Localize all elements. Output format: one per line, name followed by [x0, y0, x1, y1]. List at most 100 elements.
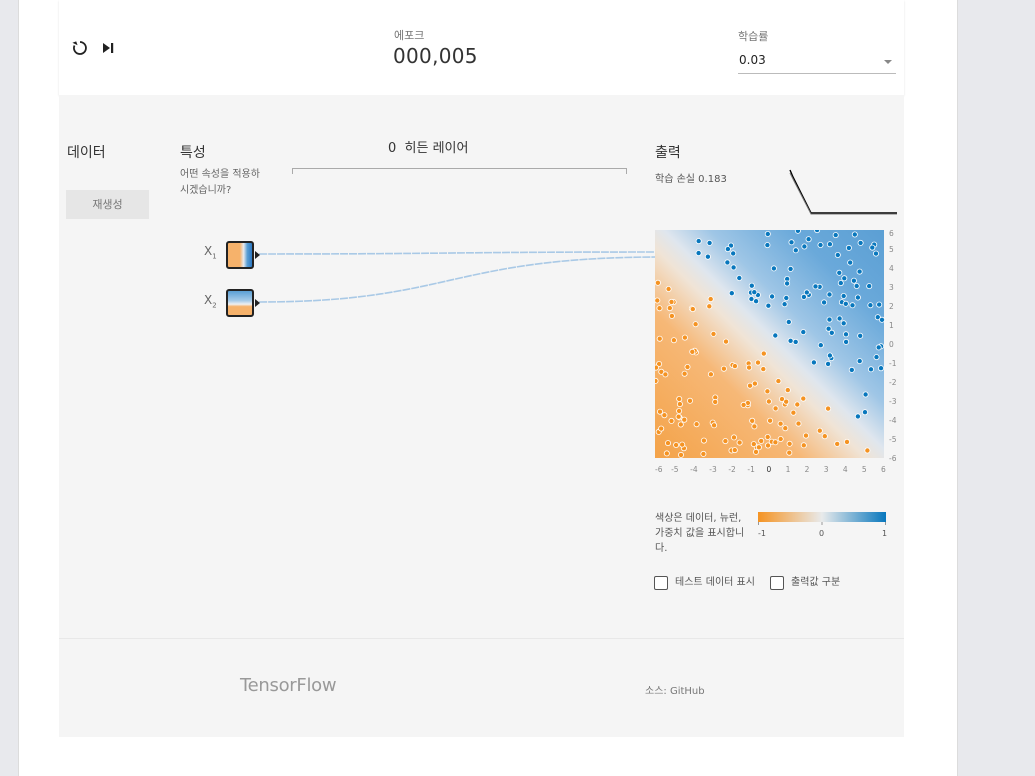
y-tick-label: 2 — [889, 302, 894, 311]
data-point — [710, 330, 717, 337]
data-point — [836, 269, 843, 276]
data-point — [834, 440, 841, 447]
data-point — [753, 448, 760, 455]
x-tick-label: 3 — [824, 465, 829, 474]
feature-x1-node[interactable] — [226, 241, 254, 269]
data-point — [724, 259, 731, 266]
data-point — [842, 300, 849, 307]
y-tick-label: -4 — [889, 416, 897, 425]
heatmap-x-axis: -6 -5 -4 -3 -2 -1 0 1 2 3 4 5 6 — [655, 465, 886, 474]
data-point — [840, 320, 847, 327]
data-point — [764, 388, 771, 395]
x-tick-label: 5 — [862, 465, 867, 474]
data-point — [848, 366, 855, 373]
data-point — [851, 231, 858, 238]
show-test-data-checkbox[interactable]: 테스트 데이터 표시 — [654, 575, 755, 609]
color-scale-bar — [758, 512, 886, 522]
x-tick-label: -3 — [709, 465, 717, 474]
data-point — [658, 425, 665, 432]
data-point — [730, 264, 737, 271]
data-point — [826, 241, 833, 248]
data-point — [821, 433, 828, 440]
y-tick-label: 5 — [889, 245, 894, 254]
source-prefix: 소스: — [645, 686, 667, 697]
data-point — [748, 282, 755, 289]
data-point — [786, 440, 793, 447]
data-point — [777, 435, 784, 442]
checkbox-icon — [770, 576, 784, 590]
data-point — [656, 305, 663, 312]
data-point — [695, 250, 702, 257]
data-point — [736, 275, 743, 282]
data-point — [656, 335, 663, 342]
data-point — [862, 391, 869, 398]
x-tick-label: 6 — [881, 465, 886, 474]
data-point — [700, 437, 707, 444]
data-point — [826, 352, 833, 359]
data-point — [681, 416, 688, 423]
data-point — [786, 449, 793, 456]
data-point — [663, 450, 670, 457]
data-point — [662, 371, 669, 378]
data-point — [657, 408, 663, 415]
y-tick-label: 1 — [889, 321, 894, 330]
data-point — [821, 299, 828, 306]
data-point — [875, 344, 882, 351]
data-point — [765, 442, 772, 449]
data-point — [770, 265, 777, 272]
data-point — [687, 397, 694, 404]
data-point — [795, 420, 802, 427]
data-point — [675, 413, 682, 420]
data-point — [869, 244, 876, 251]
data-point — [802, 432, 809, 439]
tensorflow-logo: TensorFlow — [240, 675, 337, 696]
data-point — [681, 334, 688, 341]
data-point — [854, 294, 861, 301]
data-point — [800, 293, 807, 300]
x-tick-label: -5 — [671, 465, 679, 474]
discretize-output-checkbox[interactable]: 출력값 구분 — [770, 575, 870, 593]
data-point — [764, 242, 771, 249]
data-point — [765, 398, 772, 405]
data-point — [758, 437, 765, 444]
data-point — [857, 332, 864, 339]
data-point — [728, 290, 735, 297]
data-point — [736, 439, 743, 446]
y-tick-label: -1 — [889, 359, 897, 368]
data-point — [692, 321, 699, 328]
data-point — [655, 364, 659, 371]
github-link[interactable]: GitHub — [670, 686, 705, 697]
data-point — [781, 301, 788, 308]
data-point — [792, 247, 799, 254]
data-point — [769, 293, 776, 300]
data-point — [740, 401, 747, 408]
data-point — [800, 442, 807, 449]
feature-x2-node[interactable] — [226, 289, 254, 317]
feature-x1-label: X1 — [204, 244, 217, 261]
data-point — [706, 303, 713, 310]
data-point — [864, 447, 871, 454]
data-point — [676, 407, 683, 414]
footer — [59, 638, 904, 737]
data-point — [668, 298, 675, 305]
discretize-output-label: 출력값 구분 — [791, 577, 841, 588]
data-point — [847, 259, 854, 266]
y-tick-label: -2 — [889, 378, 897, 387]
data-point — [800, 329, 807, 336]
data-point — [845, 244, 852, 251]
data-point — [693, 421, 700, 428]
data-point — [787, 337, 794, 344]
data-point — [817, 241, 824, 248]
data-point — [655, 279, 661, 286]
y-tick-label: -5 — [889, 435, 897, 444]
data-point — [764, 231, 771, 237]
data-point — [689, 306, 696, 313]
data-point — [689, 348, 696, 355]
data-point — [816, 427, 823, 434]
data-point — [782, 425, 789, 432]
data-point — [749, 417, 756, 424]
data-point — [790, 409, 797, 416]
data-point — [783, 295, 790, 302]
data-point — [751, 289, 758, 296]
checkbox-icon — [654, 576, 668, 590]
